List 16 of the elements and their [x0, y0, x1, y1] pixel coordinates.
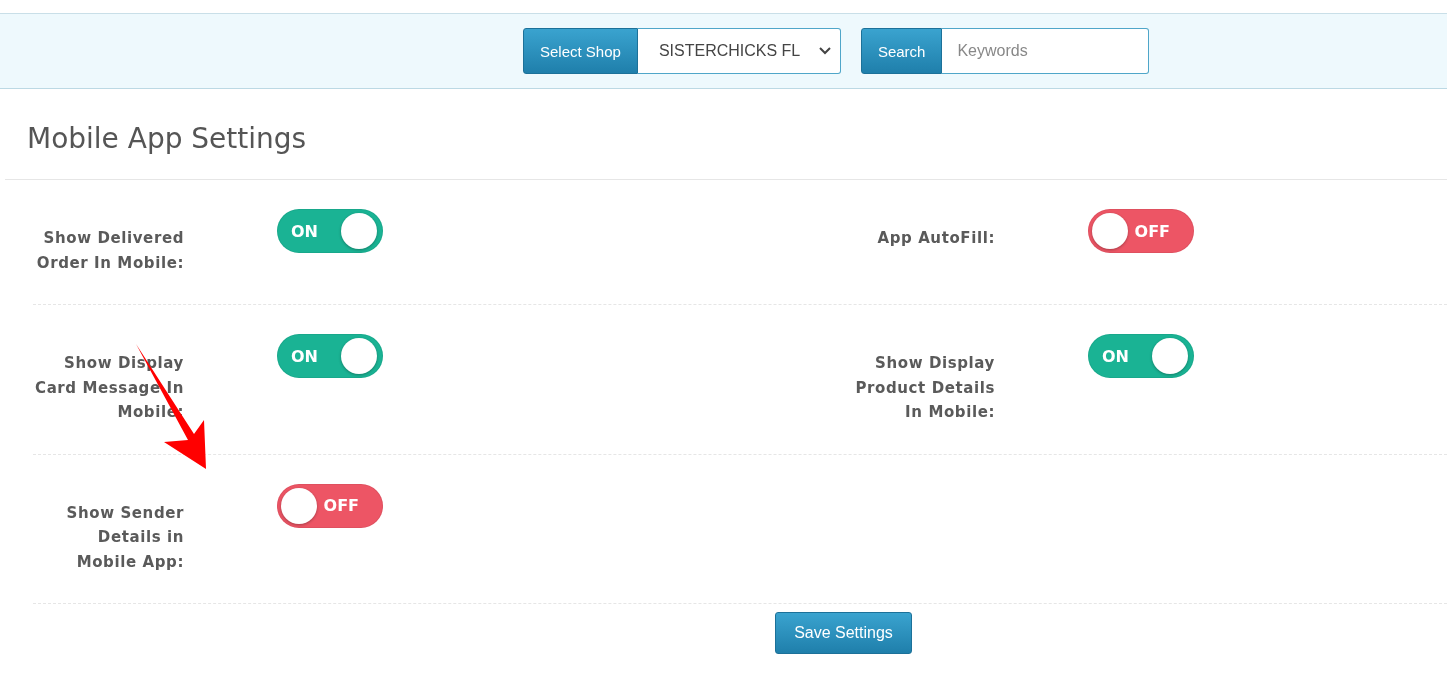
setting-label: Show Display Product Details In Mobile: [854, 353, 995, 423]
setting-label: Show Delivered Order In Mobile: [35, 228, 184, 274]
setting-label: Show Sender Details in Mobile App: [65, 502, 184, 573]
toggle-switch[interactable]: ON [1088, 334, 1194, 378]
toggle-switch[interactable]: OFF [277, 483, 383, 528]
select-shop-button[interactable]: Select Shop [523, 28, 638, 74]
shop-select[interactable]: SISTERCHICKS FL [637, 28, 841, 74]
setting-label: App AutoFill: [876, 228, 995, 249]
search-button[interactable]: Search [860, 28, 943, 74]
toggle-switch[interactable]: ON [277, 334, 383, 378]
page-title: Mobile App Settings [5, 89, 1447, 180]
keywords-field[interactable]: Keywords [942, 28, 1150, 74]
chevron-down-icon [817, 46, 832, 56]
toggle-switch[interactable]: ON [277, 209, 383, 253]
toggle-switch[interactable]: OFF [1088, 209, 1194, 253]
save-settings-button[interactable]: Save Settings [775, 612, 912, 654]
